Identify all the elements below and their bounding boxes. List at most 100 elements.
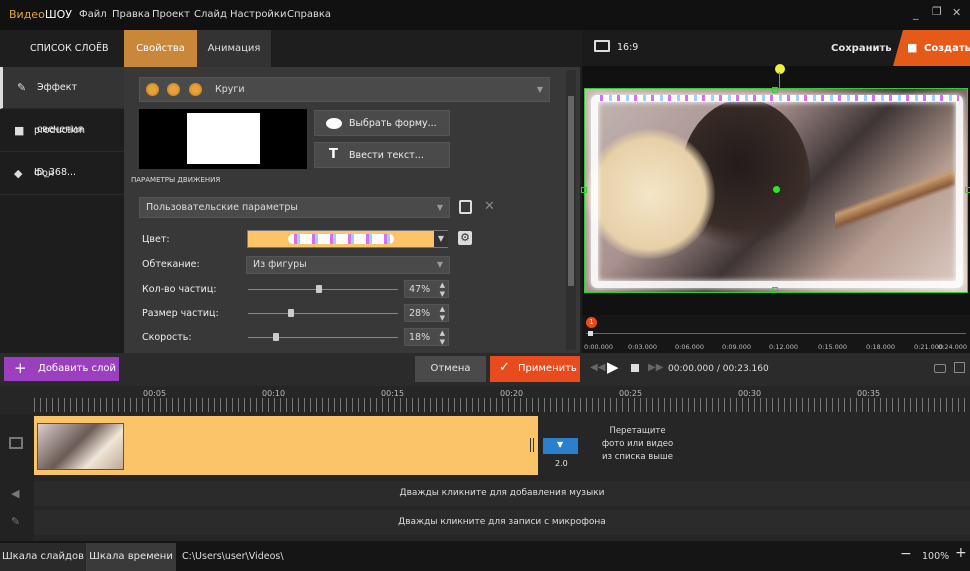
playhead[interactable] — [588, 331, 593, 336]
particle-count-label: Кол-во частиц: — [142, 284, 217, 295]
motion-section-title: ПАРАМЕТРЫ ДВИЖЕНИЯ — [131, 176, 221, 184]
save-button[interactable]: Сохранить — [831, 43, 892, 54]
ruler-tick: 0:15.000 — [818, 343, 848, 351]
gear-icon[interactable]: ⚙ — [458, 231, 472, 245]
zoom-level: 100% — [922, 551, 950, 562]
timeline-tick: 00:25 — [619, 389, 643, 398]
layer-item-background[interactable]: ◆ Фон — [0, 153, 124, 195]
color-sample — [288, 234, 394, 244]
wrap-value: Из фигуры — [253, 259, 307, 270]
speed-knob[interactable] — [273, 333, 279, 341]
snapshot-icon[interactable] — [934, 364, 946, 373]
zoom-out-icon[interactable]: − — [900, 546, 912, 562]
wrap-select[interactable]: Из фигуры ▼ — [246, 256, 450, 274]
stepper-arrows-icon[interactable]: ▲ ▼ — [440, 329, 445, 347]
music-track[interactable]: Дважды кликните для добавления музыки — [34, 481, 970, 506]
drop-hint: Перетащите фото или видео из списка выше — [601, 426, 674, 462]
particle-count-knob[interactable] — [316, 285, 322, 293]
speed-stepper[interactable]: 18% ▲ ▼ — [404, 328, 449, 346]
add-layer-button[interactable]: + Добавить слой — [4, 357, 119, 381]
resize-handle[interactable] — [581, 187, 587, 193]
resize-handle[interactable] — [965, 187, 970, 193]
timeline-tick: 00:15 — [381, 389, 405, 398]
project-path: C:\Users\user\Videos\ — [182, 551, 284, 562]
menu-settings[interactable]: Настройки — [230, 9, 286, 20]
choose-shape-button[interactable]: Выбрать форму... — [314, 110, 450, 136]
save-preset-icon[interactable] — [459, 200, 472, 214]
timeline-tick: 00:10 — [262, 389, 286, 398]
ruler-tick: 0:00.000 — [584, 343, 614, 351]
preview-canvas[interactable] — [584, 88, 968, 293]
next-frame-icon[interactable]: ▶▶ — [648, 362, 663, 373]
speed-slider[interactable] — [248, 337, 398, 338]
layer-item-video[interactable]: ■ production ID_368... — [0, 110, 124, 178]
resize-handle[interactable] — [772, 287, 778, 293]
prev-frame-icon[interactable]: ◀◀ — [590, 362, 605, 373]
menu-file[interactable]: Файл — [79, 9, 107, 20]
particle-count-stepper[interactable]: 47% ▲ ▼ — [404, 280, 449, 298]
stepper-arrows-icon[interactable]: ▲ ▼ — [440, 281, 445, 299]
delete-preset-icon[interactable]: ✕ — [484, 199, 495, 214]
stepper-arrows-icon[interactable]: ▲ ▼ — [440, 305, 445, 323]
plus-icon: + — [14, 359, 27, 377]
rotate-handle[interactable] — [775, 64, 785, 74]
particle-size-stepper[interactable]: 28% ▲ ▼ — [404, 304, 449, 322]
chevron-down-icon: ▼ — [434, 231, 448, 247]
apply-button[interactable]: ✓ Применить — [490, 356, 580, 382]
motion-preset-select[interactable]: Пользовательские параметры ▼ — [139, 197, 450, 218]
particle-size-slider[interactable] — [248, 313, 398, 314]
close-icon[interactable]: ✕ — [952, 6, 961, 19]
timeline-tick: 00:20 — [500, 389, 524, 398]
transition-block[interactable]: ▼ — [543, 438, 578, 454]
create-button[interactable]: ■ Создать — [893, 30, 970, 66]
scrollbar-thumb[interactable] — [568, 96, 574, 286]
video-camera-icon: ■ — [907, 41, 918, 54]
chevron-down-icon: ▼ — [536, 85, 543, 94]
app-logo: ВидеоШОУ — [9, 8, 72, 21]
center-handle[interactable] — [773, 186, 780, 193]
layers-title: СПИСОК СЛОЁВ — [30, 43, 109, 54]
minimize-icon[interactable]: _ — [913, 7, 919, 20]
speed-label: Скорость: — [142, 332, 192, 343]
cancel-button[interactable]: Отмена — [415, 356, 486, 382]
tab-time-scale[interactable]: Шкала времени — [86, 543, 176, 571]
menu-edit[interactable]: Правка — [112, 9, 150, 20]
layers-header: СПИСОК СЛОЁВ — [0, 30, 124, 67]
enter-text-button[interactable]: T Ввести текст... — [314, 142, 450, 168]
ruler-tick: 0:03.000 — [628, 343, 658, 351]
menu-help[interactable]: Справка — [287, 9, 331, 20]
video-clip[interactable] — [34, 416, 538, 475]
ruler-tick: 0:24.000 — [938, 343, 968, 351]
timeline-tick: 00:30 — [738, 389, 762, 398]
clip-trim-handle[interactable] — [530, 438, 534, 452]
tab-slide-scale[interactable]: Шкала слайдов — [0, 543, 86, 571]
shape-preview — [139, 109, 307, 169]
tab-animation[interactable]: Анимация — [197, 30, 271, 67]
play-icon[interactable]: ▶ — [607, 358, 619, 376]
microphone-icon: ✎ — [11, 515, 21, 528]
color-picker[interactable]: ▼ — [247, 230, 448, 248]
particle-size-knob[interactable] — [288, 309, 294, 317]
menu-slide[interactable]: Слайд — [194, 9, 227, 20]
layer-label: Фон — [34, 168, 55, 179]
zoom-in-icon[interactable]: + — [955, 545, 967, 561]
layer-item-glow[interactable]: ✎ Эффект свечения — [0, 67, 124, 135]
properties-scrollbar[interactable] — [566, 70, 576, 350]
microphone-track[interactable]: Дважды кликните для записи с микрофона — [34, 510, 970, 535]
shape-preset-select[interactable]: Круги ▼ — [139, 77, 550, 102]
aspect-ratio[interactable]: 16:9 — [617, 42, 638, 53]
marker-badge[interactable]: 1 — [586, 317, 597, 328]
ruler-tick: 0:09.000 — [722, 343, 752, 351]
particle-count-slider[interactable] — [248, 289, 398, 290]
tab-properties[interactable]: Свойства — [124, 30, 197, 67]
resize-handle[interactable] — [772, 87, 778, 93]
ellipse-icon — [326, 118, 342, 129]
timeline-ruler[interactable] — [34, 398, 970, 412]
restore-icon[interactable]: ❐ — [932, 5, 942, 18]
shape-preset-value: Круги — [215, 84, 245, 95]
stop-icon[interactable] — [631, 364, 639, 372]
particle-size-label: Размер частиц: — [142, 308, 219, 319]
menu-project[interactable]: Проект — [152, 9, 190, 20]
fullscreen-icon[interactable] — [954, 362, 965, 373]
circle-icon — [146, 83, 159, 96]
